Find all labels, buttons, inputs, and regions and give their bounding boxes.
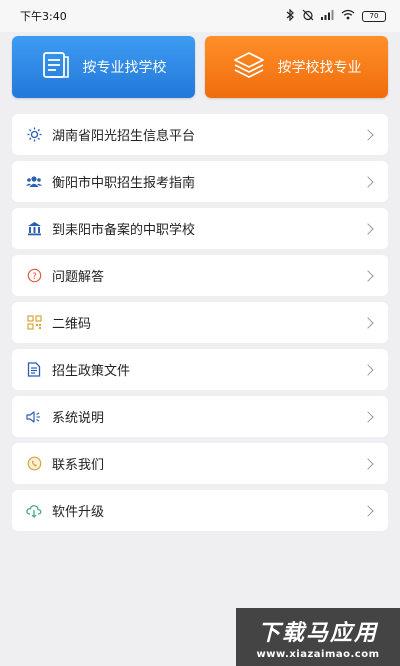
chevron-right-icon [362, 128, 374, 141]
status-time: 下午3:40 [20, 10, 67, 23]
status-icons: 70 [286, 8, 386, 24]
menu-item-registered-schools[interactable]: 到耒阳市备案的中职学校 [12, 208, 388, 249]
layers-icon [232, 50, 266, 84]
menu-item-contact-us[interactable]: 联系我们 [12, 443, 388, 484]
watermark: 下载马应用 www.xiazaimao.com [236, 608, 400, 666]
menu-item-software-update[interactable]: 软件升级 [12, 490, 388, 531]
menu-list: 湖南省阳光招生信息平台 衡阳市中职招生报考指南 到耒阳市备案的中职学校 ? 问题… [0, 98, 400, 531]
question-icon: ? [26, 268, 42, 284]
menu-item-label: 衡阳市中职招生报考指南 [52, 176, 196, 191]
chevron-right-icon [362, 316, 374, 329]
chevron-right-icon [362, 363, 374, 376]
find-school-by-major-button[interactable]: 按专业找学校 [12, 36, 195, 98]
chevron-right-icon [362, 410, 374, 423]
watermark-url: www.xiazaimao.com [256, 648, 380, 660]
menu-item-admission-guide[interactable]: 衡阳市中职招生报考指南 [12, 161, 388, 202]
sun-icon [26, 127, 42, 143]
menu-item-policy-documents[interactable]: 招生政策文件 [12, 349, 388, 390]
menu-item-sunshine-platform[interactable]: 湖南省阳光招生信息平台 [12, 114, 388, 155]
document-icon [26, 362, 42, 378]
people-icon [26, 174, 42, 190]
menu-item-label: 问题解答 [52, 270, 105, 285]
menu-item-label: 软件升级 [52, 505, 105, 520]
alarm-off-icon [302, 9, 314, 24]
chevron-right-icon [362, 457, 374, 470]
status-bar: 下午3:40 70 [0, 0, 400, 32]
menu-item-qr-code[interactable]: 二维码 [12, 302, 388, 343]
find-major-by-school-button[interactable]: 按学校找专业 [205, 36, 388, 98]
bluetooth-icon [286, 8, 295, 24]
menu-item-label: 湖南省阳光招生信息平台 [52, 129, 196, 144]
menu-item-label: 招生政策文件 [52, 364, 131, 379]
svg-text:?: ? [32, 272, 37, 282]
menu-item-label: 系统说明 [52, 411, 105, 426]
watermark-title: 下载马应用 [257, 620, 378, 646]
building-icon [26, 221, 42, 237]
menu-item-label: 二维码 [52, 317, 92, 332]
chevron-right-icon [362, 504, 374, 517]
menu-item-system-info[interactable]: 系统说明 [12, 396, 388, 437]
signal-icon [321, 9, 334, 23]
qr-code-icon [26, 315, 42, 331]
find-school-by-major-label: 按专业找学校 [82, 60, 167, 76]
document-list-icon [41, 50, 71, 84]
menu-item-label: 联系我们 [52, 458, 105, 473]
speaker-icon [26, 409, 42, 425]
menu-item-faq[interactable]: ? 问题解答 [12, 255, 388, 296]
menu-item-label: 到耒阳市备案的中职学校 [52, 223, 196, 238]
contact-icon [26, 456, 42, 472]
chevron-right-icon [362, 222, 374, 235]
find-major-by-school-label: 按学校找专业 [277, 60, 362, 76]
top-buttons: 按专业找学校 按学校找专业 [0, 32, 400, 98]
chevron-right-icon [362, 269, 374, 282]
cloud-download-icon [26, 503, 42, 519]
battery-icon: 70 [362, 10, 386, 22]
chevron-right-icon [362, 175, 374, 188]
wifi-icon [341, 9, 355, 23]
